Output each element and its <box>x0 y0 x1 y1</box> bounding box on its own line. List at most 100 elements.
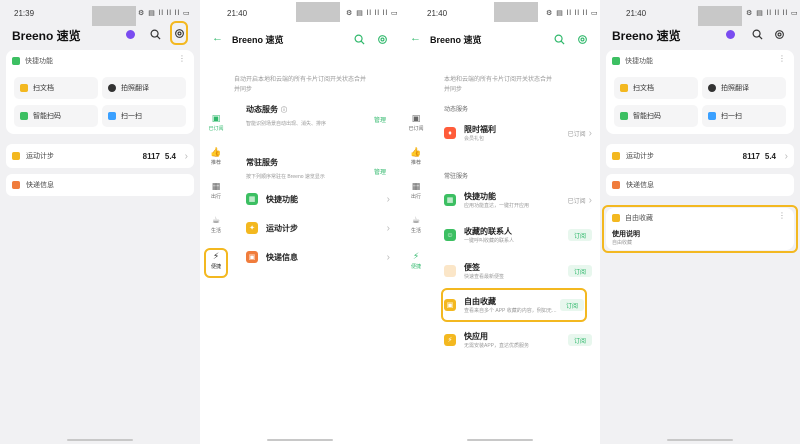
more-icon[interactable]: ⋮ <box>178 54 186 63</box>
tile-label: 智能扫码 <box>633 113 661 120</box>
cup-icon: ☕ <box>211 215 221 225</box>
status-icons: ⚙ ▤ ll ll ll ▭ <box>138 10 191 17</box>
tile-photo-translate[interactable]: 拍照翻译 <box>702 77 786 99</box>
list-item[interactable]: ▣ 快递信息 › <box>246 251 390 263</box>
steps-distance: 5.4 <box>164 151 176 161</box>
sidebar-item-travel[interactable]: ▦ 出行 <box>206 181 226 200</box>
chevron-right-icon: › <box>386 222 390 234</box>
sidebar-label: 便捷 <box>210 264 221 270</box>
car-icon: ▦ <box>211 181 221 191</box>
express-card[interactable]: 快递信息 <box>606 174 794 196</box>
express-card[interactable]: 快递信息 <box>6 174 194 196</box>
gear-icon[interactable] <box>375 32 389 46</box>
subscribe-button[interactable]: 订阅 <box>568 229 592 241</box>
info-icon[interactable]: ⓘ <box>281 108 287 114</box>
tile-label: 拍照翻译 <box>121 85 149 92</box>
tile-scan[interactable]: 扫一扫 <box>702 105 786 127</box>
collect-title: 使用说明 <box>612 231 640 238</box>
gear-icon[interactable] <box>575 32 589 46</box>
tile-scan-doc[interactable]: 扫文档 <box>614 77 698 99</box>
steps-icon <box>612 152 620 160</box>
breeno-orb-icon[interactable] <box>726 30 735 39</box>
tile-photo-translate[interactable]: 拍照翻译 <box>102 77 186 99</box>
camera-icon <box>108 84 116 92</box>
back-arrow-icon[interactable]: ← <box>212 32 223 44</box>
collect-sub: 自由收藏 <box>612 240 633 246</box>
steps-card[interactable]: 运动计步 8117 5.4 › <box>606 144 794 168</box>
sidebar-item-convenient[interactable]: ⚡ 便捷 <box>206 251 226 270</box>
note-icon <box>444 265 456 277</box>
search-icon[interactable] <box>552 32 566 46</box>
home-indicator[interactable] <box>467 439 533 441</box>
item-name: 自由收藏 <box>464 297 496 306</box>
item-sub: 一键呼叫收藏的联系人 <box>464 238 515 244</box>
search-icon[interactable] <box>148 27 162 41</box>
tile-smart-scan[interactable]: 智能扫码 <box>14 105 98 127</box>
more-icon[interactable]: ⋮ <box>778 211 786 220</box>
tile-label: 拍照翻译 <box>721 85 749 92</box>
list-item[interactable]: ▦ 快捷功能 › <box>246 193 390 205</box>
dynamic-services-title: 动态服务 ⓘ <box>246 104 287 115</box>
sidebar-label: 生活 <box>210 228 221 234</box>
section-label: 动态服务 <box>246 105 278 114</box>
sidebar-label: 已订阅 <box>208 126 224 132</box>
back-arrow-icon[interactable]: ← <box>410 32 421 44</box>
sidebar-item-convenient[interactable]: ⚡ 便捷 <box>406 251 426 270</box>
tile-label: 智能扫码 <box>33 113 61 120</box>
list-item[interactable]: ⚡ 快应用 无需安装APP，直达优质服务 订阅 <box>444 331 592 349</box>
list-item[interactable]: ☺ 收藏的联系人 一键呼叫收藏的联系人 订阅 <box>444 226 592 244</box>
page-title: Breeno 速览 <box>612 29 681 43</box>
card-header: 自由收藏 <box>625 215 653 222</box>
steps-value: 8117 <box>742 151 760 161</box>
tile-scan-doc[interactable]: 扫文档 <box>14 77 98 99</box>
list-item[interactable]: 便签 快速查看最新便签 订阅 <box>444 262 592 280</box>
qr-icon <box>20 112 28 120</box>
subscribe-button[interactable]: 订阅 <box>560 299 584 311</box>
status-time: 21:40 <box>626 9 647 18</box>
scan-icon <box>708 112 716 120</box>
list-item[interactable]: ▣ 自由收藏 查看来自多个 APP 收藏的内容，例如无… 订阅 <box>444 296 584 314</box>
status-time: 21:40 <box>227 9 248 18</box>
package-icon: ▣ <box>246 251 258 263</box>
home-indicator[interactable] <box>67 439 133 441</box>
list-item[interactable]: ▦ 快捷功能 应用功能直达，一键打开应用 已订阅 › <box>444 191 592 209</box>
sidebar-item-life[interactable]: ☕ 生活 <box>206 215 226 234</box>
item-name: 便签 <box>464 263 480 272</box>
tile-scan[interactable]: 扫一扫 <box>102 105 186 127</box>
steps-distance: 5.4 <box>764 151 776 161</box>
manage-link[interactable]: 管理 <box>374 167 386 176</box>
sync-desc-line1: 自动开启本地和云端的所有卡片订阅开关状态合并 <box>234 77 367 83</box>
sidebar-item-subscribed[interactable]: ▣ 已订阅 <box>406 113 426 132</box>
free-collect-card[interactable]: 自由收藏 ⋮ 使用说明 自由收藏 <box>606 208 794 250</box>
resident-section-label: 常驻服务 <box>444 174 469 180</box>
gear-icon[interactable] <box>772 27 786 41</box>
card-header: 快捷功能 <box>625 58 653 65</box>
home-indicator[interactable] <box>267 439 333 441</box>
sidebar-item-travel[interactable]: ▦ 出行 <box>406 181 426 200</box>
collect-icon <box>612 214 620 222</box>
sidebar-item-subscribed[interactable]: ▣ 已订阅 <box>206 113 226 132</box>
sidebar-label: 已订阅 <box>408 126 424 132</box>
sidebar-item-recommend[interactable]: 👍 推荐 <box>206 147 226 166</box>
tile-smart-scan[interactable]: 智能扫码 <box>614 105 698 127</box>
gear-icon[interactable] <box>172 26 186 40</box>
search-icon[interactable] <box>352 32 366 46</box>
item-name: 限时福利 <box>464 125 496 134</box>
search-icon[interactable] <box>750 27 764 41</box>
chevron-right-icon: › <box>386 251 390 263</box>
list-item[interactable]: ✦ 运动计步 › <box>246 222 390 234</box>
sidebar-item-life[interactable]: ☕ 生活 <box>406 215 426 234</box>
list-item-limited[interactable]: ♦ 限时福利 会员礼包 已订阅 › <box>444 124 592 142</box>
home-indicator[interactable] <box>667 439 733 441</box>
sidebar-item-recommend[interactable]: 👍 推荐 <box>406 147 426 166</box>
status-time: 21:39 <box>14 9 35 18</box>
more-icon[interactable]: ⋮ <box>778 54 786 63</box>
steps-card[interactable]: 运动计步 8117 5.4 › <box>6 144 194 168</box>
manage-link[interactable]: 管理 <box>374 115 386 124</box>
breeno-orb-icon[interactable] <box>126 30 135 39</box>
item-sub: 快速查看最新便签 <box>464 274 505 280</box>
subscribe-button[interactable]: 订阅 <box>568 334 592 346</box>
contact-icon: ☺ <box>444 229 456 241</box>
status-time: 21:40 <box>427 9 448 18</box>
subscribe-button[interactable]: 订阅 <box>568 265 592 277</box>
